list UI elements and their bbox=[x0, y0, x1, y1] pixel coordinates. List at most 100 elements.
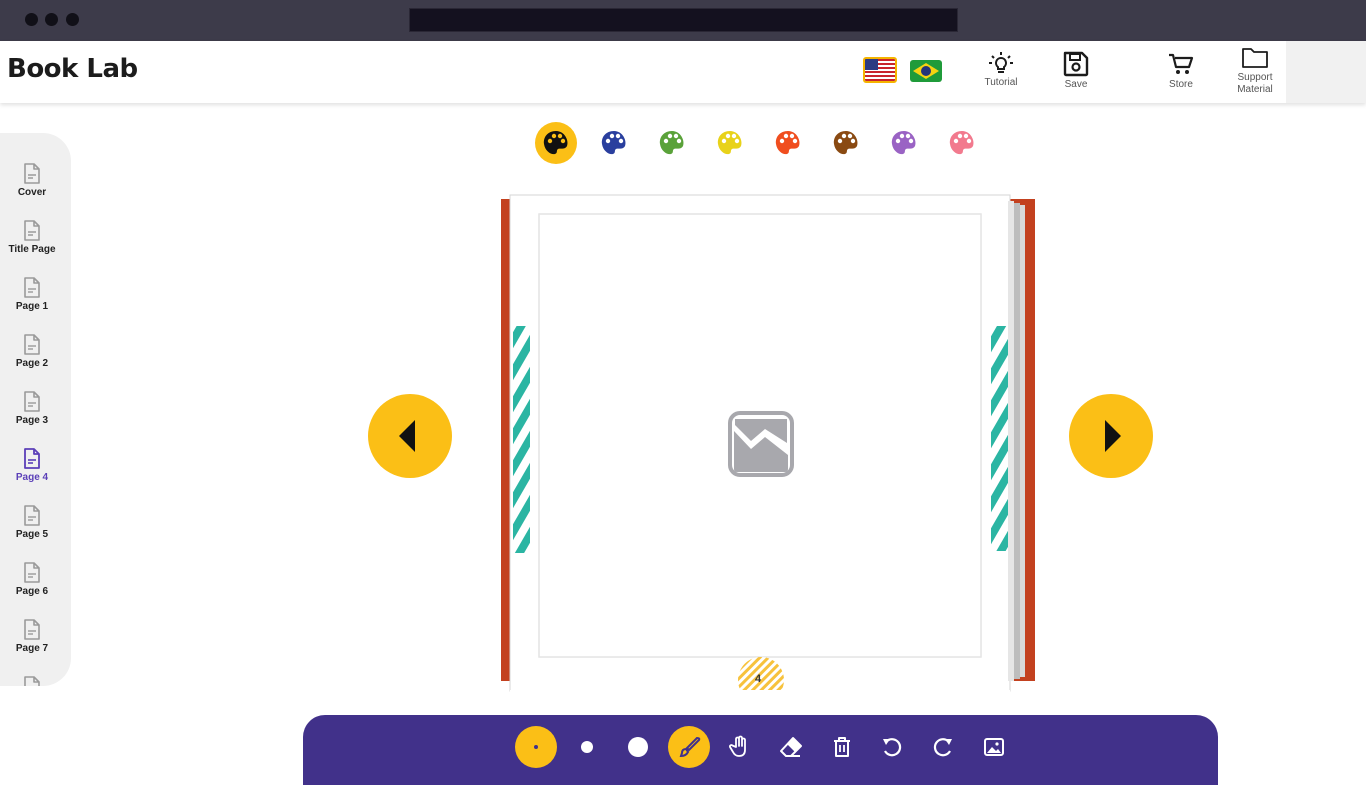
page-number-label: 4 bbox=[755, 673, 762, 685]
folder-icon bbox=[1242, 48, 1268, 68]
palette-brown[interactable] bbox=[825, 122, 867, 164]
palette-icon bbox=[659, 131, 684, 155]
palette-icon bbox=[543, 131, 568, 155]
sidebar-item-page-6[interactable]: Page 6 bbox=[0, 562, 64, 597]
sidebar-item-label: Page 5 bbox=[15, 529, 49, 540]
sidebar-item-page-2[interactable]: Page 2 bbox=[0, 334, 64, 369]
palette-icon bbox=[949, 131, 974, 155]
sidebar-item-label: Page 4 bbox=[15, 472, 49, 483]
palette-yellow[interactable] bbox=[709, 122, 751, 164]
save-button[interactable]: Save bbox=[1046, 49, 1106, 99]
support-label-line2: Material bbox=[1237, 84, 1273, 95]
eraser-tool-button[interactable] bbox=[770, 726, 812, 768]
window-minimize-dot[interactable] bbox=[45, 13, 58, 26]
app-title: Book Lab bbox=[7, 54, 138, 84]
us-flag-button[interactable] bbox=[863, 57, 897, 83]
book-illustration bbox=[501, 194, 1035, 703]
sidebar-item-label: Cover bbox=[17, 187, 47, 198]
sidebar-item-page-5[interactable]: Page 5 bbox=[0, 505, 64, 540]
save-icon bbox=[1063, 51, 1089, 77]
sidebar-item-page-1[interactable]: Page 1 bbox=[0, 277, 64, 312]
palette-icon bbox=[775, 131, 800, 155]
browser-chrome bbox=[0, 0, 1366, 41]
brush-size-small-button[interactable] bbox=[515, 726, 557, 768]
book-page-canvas[interactable] bbox=[501, 193, 1035, 703]
palette-icon bbox=[717, 131, 742, 155]
hand-icon bbox=[729, 735, 746, 757]
next-page-button[interactable] bbox=[1069, 394, 1153, 478]
document-icon bbox=[24, 562, 40, 583]
large-dot-icon bbox=[628, 737, 648, 757]
palette-orange[interactable] bbox=[767, 122, 809, 164]
brazil-flag-button[interactable] bbox=[910, 60, 942, 82]
support-label-line1: Support bbox=[1237, 72, 1273, 83]
undo-button[interactable] bbox=[871, 726, 913, 768]
document-icon bbox=[24, 391, 40, 412]
palette-green[interactable] bbox=[651, 122, 693, 164]
arrow-right-icon bbox=[1105, 420, 1121, 452]
document-icon bbox=[24, 163, 40, 184]
insert-image-button[interactable] bbox=[973, 726, 1015, 768]
tutorial-button[interactable]: Tutorial bbox=[971, 49, 1031, 99]
support-material-button[interactable]: Support Material bbox=[1225, 44, 1285, 95]
sidebar-item-label: Page 2 bbox=[15, 358, 49, 369]
store-button[interactable]: Store bbox=[1151, 49, 1211, 99]
tutorial-label: Tutorial bbox=[984, 77, 1018, 88]
palette-pink[interactable] bbox=[941, 122, 983, 164]
sidebar-item-label: Page 6 bbox=[15, 586, 49, 597]
document-icon bbox=[24, 220, 40, 241]
trash-icon bbox=[834, 737, 850, 757]
sidebar-item-label: Page 3 bbox=[15, 415, 49, 426]
document-icon bbox=[24, 505, 40, 526]
sidebar-item-label: Page 1 bbox=[15, 301, 49, 312]
palette-icon bbox=[891, 131, 916, 155]
redo-button[interactable] bbox=[922, 726, 964, 768]
sidebar-item-label: Page 7 bbox=[15, 643, 49, 654]
small-dot-icon bbox=[534, 745, 538, 749]
us-flag-icon bbox=[865, 59, 895, 81]
sidebar-item-page-4[interactable]: Page 4 bbox=[0, 448, 64, 483]
image-placeholder-icon bbox=[728, 411, 794, 477]
sidebar-item-cover[interactable]: Cover bbox=[0, 163, 64, 198]
brazil-flag-icon bbox=[910, 60, 942, 82]
sidebar-item-next-partial[interactable] bbox=[0, 676, 64, 686]
redo-icon bbox=[933, 738, 952, 757]
palette-black[interactable] bbox=[535, 122, 577, 164]
paintbrush-icon bbox=[679, 736, 701, 758]
sidebar-item-page-7[interactable]: Page 7 bbox=[0, 619, 64, 654]
app-header: Book Lab Tutorial Save Store Support Mat… bbox=[0, 41, 1366, 103]
save-label: Save bbox=[1064, 79, 1088, 90]
sidebar-item-page-3[interactable]: Page 3 bbox=[0, 391, 64, 426]
sidebar-item-label: Title Page bbox=[8, 244, 56, 255]
previous-page-button[interactable] bbox=[368, 394, 452, 478]
store-label: Store bbox=[1169, 79, 1193, 90]
document-icon bbox=[24, 277, 40, 298]
header-right-panel bbox=[1286, 41, 1366, 103]
delete-button[interactable] bbox=[821, 726, 863, 768]
document-icon bbox=[24, 676, 40, 686]
document-icon bbox=[24, 448, 40, 469]
arrow-left-icon bbox=[399, 420, 415, 452]
image-icon bbox=[984, 738, 1004, 756]
drawing-toolbar bbox=[303, 715, 1218, 785]
document-icon bbox=[24, 334, 40, 355]
palette-icon bbox=[833, 131, 858, 155]
brush-size-large-button[interactable] bbox=[617, 726, 659, 768]
page-sidebar: Cover Title Page Page 1 Page 2 Page 3 Pa… bbox=[0, 133, 71, 686]
palette-icon bbox=[601, 131, 626, 155]
sidebar-item-title-page[interactable]: Title Page bbox=[0, 220, 64, 255]
address-bar[interactable] bbox=[409, 8, 958, 32]
palette-blue[interactable] bbox=[593, 122, 635, 164]
brush-size-medium-button[interactable] bbox=[566, 726, 608, 768]
hand-tool-button[interactable] bbox=[719, 726, 761, 768]
eraser-icon bbox=[780, 737, 802, 757]
palette-purple[interactable] bbox=[883, 122, 925, 164]
document-icon bbox=[24, 619, 40, 640]
brush-tool-button[interactable] bbox=[668, 726, 710, 768]
window-close-dot[interactable] bbox=[25, 13, 38, 26]
shopping-cart-icon bbox=[1169, 53, 1194, 74]
medium-dot-icon bbox=[581, 741, 593, 753]
undo-icon bbox=[883, 738, 902, 757]
lightbulb-icon bbox=[989, 52, 1013, 73]
window-maximize-dot[interactable] bbox=[66, 13, 79, 26]
